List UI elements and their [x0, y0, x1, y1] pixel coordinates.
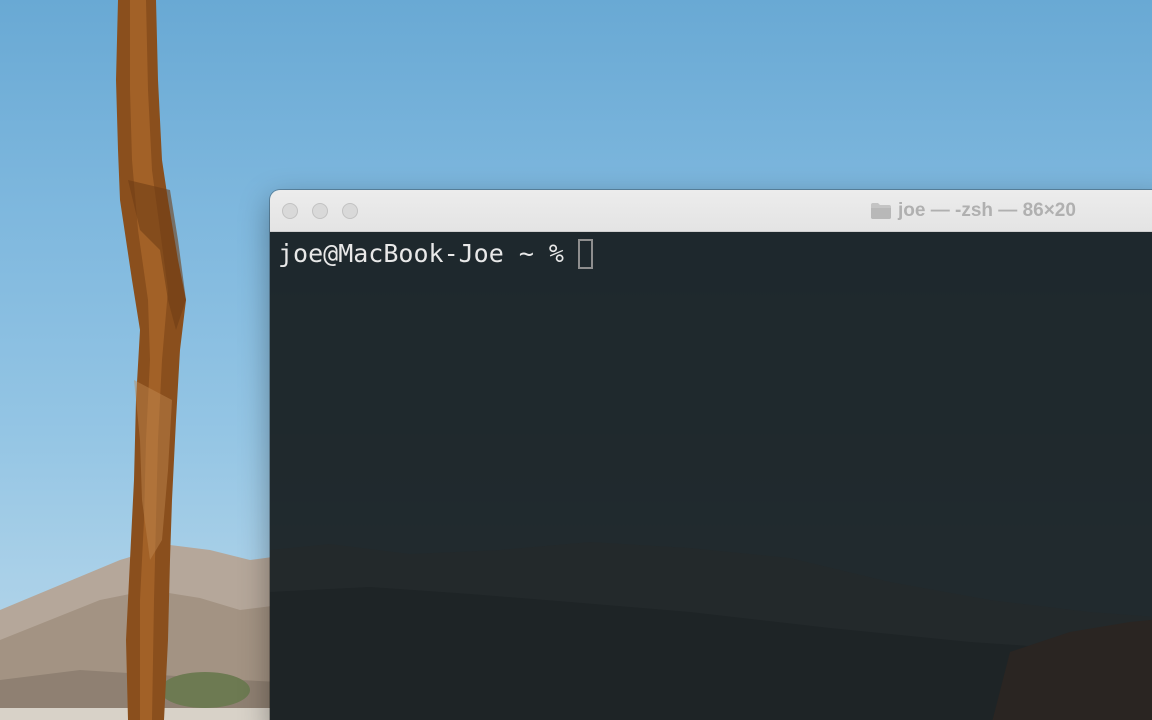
text-cursor [577, 239, 593, 269]
prompt-line[interactable]: joe@MacBook-Joe ~ % [278, 236, 593, 272]
terminal-window[interactable]: joe — -zsh — 86×20 joe@MacBook-Joe ~ % [270, 190, 1152, 720]
terminal-background [270, 542, 1152, 720]
minimize-button[interactable] [312, 203, 328, 219]
zoom-button[interactable] [342, 203, 358, 219]
window-title: joe — -zsh — 86×20 [870, 190, 1076, 232]
close-button[interactable] [282, 203, 298, 219]
terminal-content[interactable]: joe@MacBook-Joe ~ % [270, 232, 1152, 720]
desktop: joe — -zsh — 86×20 joe@MacBook-Joe ~ % [0, 0, 1152, 720]
folder-icon [871, 203, 891, 219]
window-title-text: joe — -zsh — 86×20 [898, 200, 1076, 221]
window-titlebar[interactable]: joe — -zsh — 86×20 [270, 190, 1152, 232]
shell-prompt: joe@MacBook-Joe ~ % [278, 239, 564, 268]
